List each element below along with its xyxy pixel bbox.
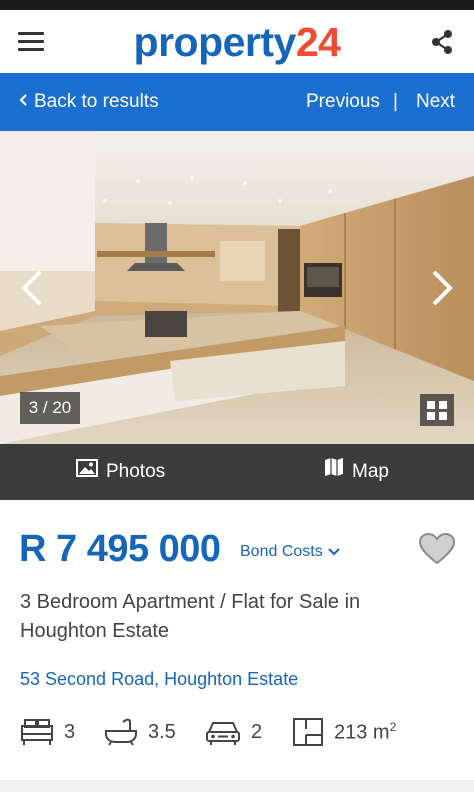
gallery-prev-arrow-icon[interactable] bbox=[14, 266, 50, 310]
gallery-next-arrow-icon[interactable] bbox=[424, 266, 460, 310]
bedrooms-value: 3 bbox=[64, 720, 76, 743]
logo-text-24: 24 bbox=[295, 19, 341, 65]
feature-floor-size: 213 m2 bbox=[292, 713, 396, 751]
floor-plan-icon bbox=[292, 717, 324, 747]
grid-view-icon[interactable] bbox=[420, 394, 454, 426]
bathrooms-value: 3.5 bbox=[148, 720, 176, 743]
tab-map[interactable]: Map bbox=[237, 444, 474, 500]
floor-size-unit-sup: 2 bbox=[389, 719, 397, 734]
feature-garages: 2 bbox=[205, 713, 262, 751]
listing-address[interactable]: 53 Second Road, Houghton Estate bbox=[20, 666, 298, 692]
next-link[interactable]: Next bbox=[416, 73, 455, 131]
listing-price: R 7 495 000 bbox=[19, 528, 221, 570]
chevron-down-icon bbox=[328, 548, 340, 556]
media-tab-bar: Photos Map bbox=[0, 444, 474, 500]
bed-icon bbox=[20, 718, 54, 746]
tab-photos-label: Photos bbox=[106, 461, 166, 482]
feature-bathrooms: 3.5 bbox=[104, 713, 176, 751]
chevron-left-icon bbox=[18, 73, 28, 131]
feature-bedrooms: 3 bbox=[20, 713, 75, 751]
share-icon[interactable] bbox=[428, 28, 456, 56]
photo-gallery[interactable]: 3 / 20 bbox=[0, 131, 474, 444]
status-bar bbox=[0, 0, 474, 10]
results-navbar: Back to results Previous | Next bbox=[0, 73, 474, 131]
nav-separator: | bbox=[393, 91, 398, 112]
map-icon bbox=[324, 444, 344, 500]
bath-icon bbox=[104, 718, 138, 746]
back-label: Back to results bbox=[34, 91, 159, 112]
logo[interactable]: property24 bbox=[0, 18, 474, 66]
listing-features: 3 3.5 2 213 m2 bbox=[0, 713, 474, 751]
header: property24 bbox=[0, 10, 474, 73]
photo-icon bbox=[76, 444, 98, 500]
floor-size-value: 213 m2 bbox=[334, 719, 397, 744]
previous-link[interactable]: Previous bbox=[306, 73, 380, 131]
garages-value: 2 bbox=[251, 720, 263, 743]
bond-costs-label: Bond Costs bbox=[240, 543, 323, 560]
photo-counter: 3 / 20 bbox=[20, 392, 80, 424]
bottom-divider bbox=[0, 780, 474, 792]
logo-text-property: property bbox=[133, 19, 297, 65]
back-to-results-link[interactable]: Back to results bbox=[18, 73, 159, 131]
listing-title: 3 Bedroom Apartment / Flat for Sale in H… bbox=[20, 591, 361, 642]
tab-map-label: Map bbox=[352, 461, 389, 482]
tab-photos[interactable]: Photos bbox=[0, 444, 237, 500]
car-icon bbox=[205, 718, 241, 746]
favourite-heart-icon[interactable] bbox=[418, 532, 456, 566]
bond-costs-dropdown[interactable]: Bond Costs bbox=[240, 541, 341, 563]
